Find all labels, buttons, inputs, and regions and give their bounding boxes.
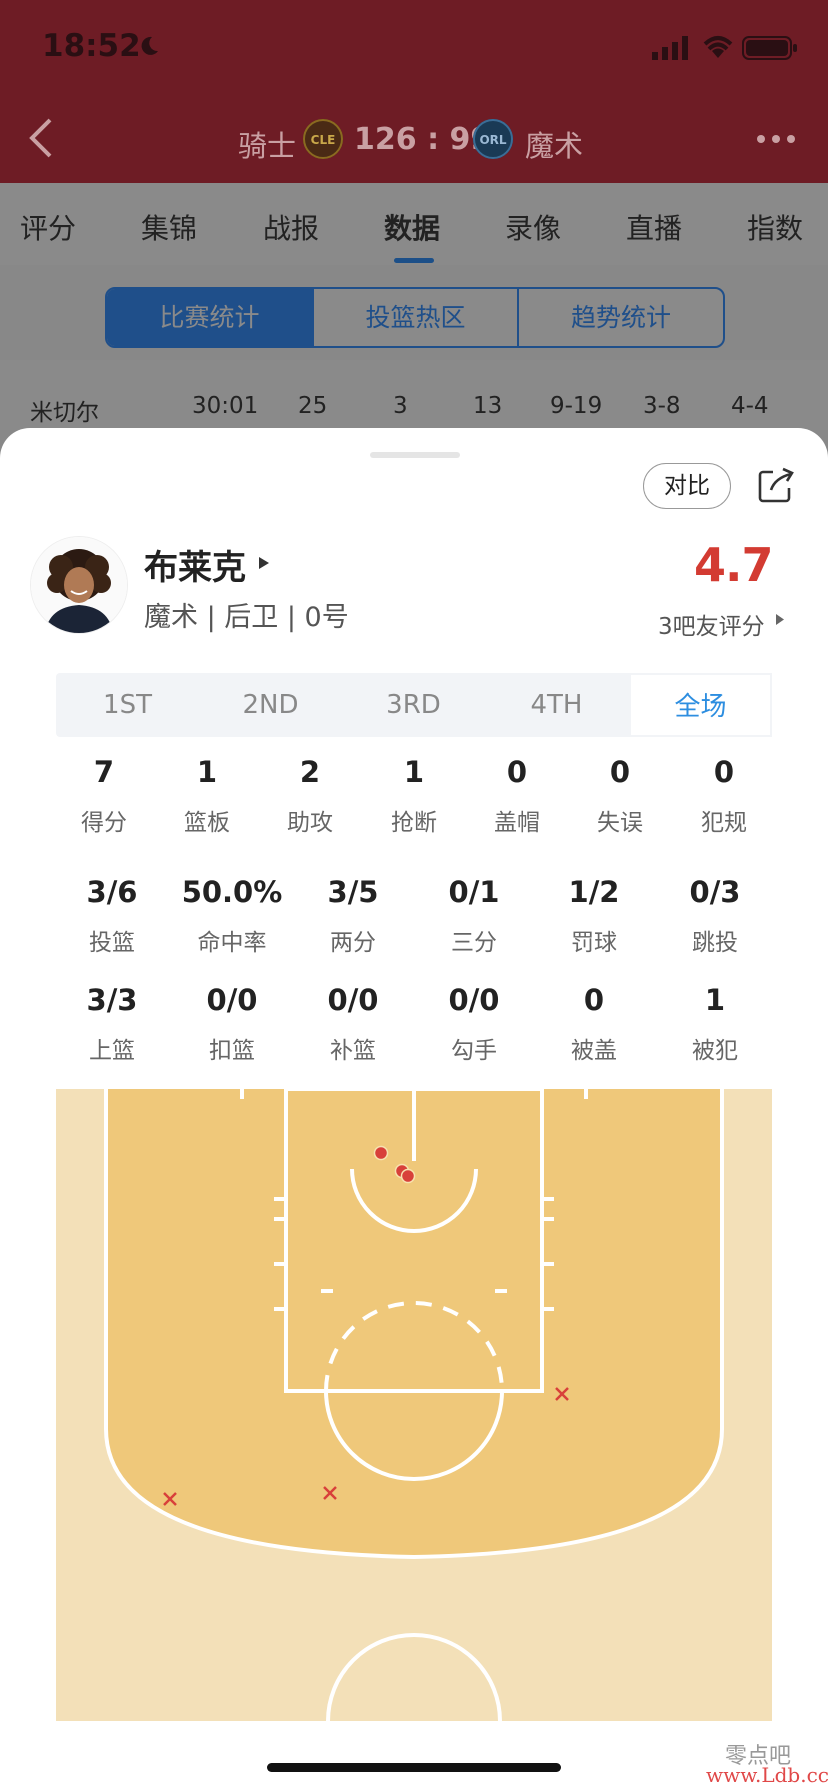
stat-label: 勾手 — [451, 1038, 497, 1064]
stat-value: 1 — [704, 983, 726, 1017]
moon-icon — [141, 36, 158, 55]
stat-value: 1 — [196, 755, 218, 789]
sheet-drag-handle[interactable] — [370, 452, 460, 458]
wifi-icon — [703, 36, 733, 58]
away-team-name: 魔术 — [525, 129, 584, 163]
status-time: 18:52 — [42, 28, 141, 64]
bg-rebounds: 3 — [393, 393, 408, 419]
tab-highlights[interactable]: 集锦 — [141, 207, 197, 247]
player-avatar[interactable] — [30, 536, 128, 634]
period-selector: 1ST 2ND 3RD 4TH 全场 — [56, 673, 772, 737]
stat-label: 被盖 — [571, 1038, 617, 1064]
stat-value: 3/5 — [327, 875, 379, 909]
segment-trend-stats[interactable]: 趋势统计 — [519, 289, 723, 346]
stat-label: 盖帽 — [494, 810, 540, 836]
period-3rd[interactable]: 3RD — [342, 673, 485, 737]
stat-label: 补篮 — [330, 1038, 376, 1064]
stat-value: 0/3 — [689, 875, 741, 909]
tab-replay[interactable]: 录像 — [505, 207, 561, 247]
stats-segment-control: 比赛统计 投篮热区 趋势统计 — [105, 287, 725, 348]
stat-value: 2 — [299, 755, 321, 789]
active-tab-indicator — [394, 258, 434, 263]
stat-label: 罚球 — [571, 930, 617, 956]
stat-value: 0/0 — [206, 983, 258, 1017]
stat-value: 0 — [609, 755, 631, 789]
made-shot-marker — [400, 1168, 416, 1184]
stat-value: 0 — [506, 755, 528, 789]
tab-live[interactable]: 直播 — [626, 207, 682, 247]
stat-value: 0/1 — [448, 875, 500, 909]
home-team-name: 骑士 — [238, 129, 297, 163]
stat-value: 0 — [713, 755, 735, 789]
tab-index[interactable]: 指数 — [747, 207, 803, 247]
bg-3pt: 3-8 — [643, 393, 681, 419]
stat-label: 抢断 — [391, 810, 437, 836]
stat-value: 1 — [403, 755, 425, 789]
stat-label: 投篮 — [89, 930, 135, 956]
match-score: 126 : 99 — [354, 122, 492, 157]
stat-label: 两分 — [330, 930, 376, 956]
stat-label: 得分 — [81, 810, 127, 836]
more-icon[interactable] — [756, 134, 796, 144]
bg-points: 25 — [298, 393, 328, 419]
stat-value: 3/6 — [86, 875, 138, 909]
bg-ft: 4-4 — [731, 393, 769, 419]
player-team-position: 魔术 | 后卫 | 0号 — [144, 602, 349, 633]
stat-value: 7 — [93, 755, 115, 789]
stat-value: 3/3 — [86, 983, 138, 1017]
period-4th[interactable]: 4TH — [485, 673, 628, 737]
made-shot-marker — [373, 1145, 389, 1161]
battery-icon — [742, 36, 797, 60]
away-logo-text: ORL — [479, 133, 506, 147]
tab-rating[interactable]: 评分 — [20, 207, 76, 247]
caret-right-icon — [776, 614, 784, 625]
background-table-row: 米切尔 30:01 25 3 13 9-19 3-8 4-4 — [0, 360, 828, 430]
shot-chart-court — [56, 1089, 772, 1721]
stat-label: 上篮 — [89, 1038, 135, 1064]
away-team-logo: ORL — [473, 119, 513, 159]
stat-label: 犯规 — [701, 810, 747, 836]
home-logo-text: CLE — [311, 133, 336, 147]
signal-icon — [652, 36, 688, 60]
stat-label: 跳投 — [692, 930, 738, 956]
stat-label: 扣篮 — [209, 1038, 255, 1064]
stat-label: 篮板 — [184, 810, 230, 836]
tab-report[interactable]: 战报 — [263, 207, 319, 247]
stat-value: 1/2 — [568, 875, 620, 909]
bg-player-name: 米切尔 — [30, 400, 99, 426]
watermark-url: www.Ldb.cc — [706, 1763, 828, 1787]
tab-data[interactable]: 数据 — [384, 207, 440, 247]
segment-shot-zones[interactable]: 投篮热区 — [314, 289, 517, 346]
stat-label: 被犯 — [692, 1038, 738, 1064]
period-2nd[interactable]: 2ND — [199, 673, 342, 737]
share-icon[interactable] — [757, 466, 795, 504]
stat-value: 0/0 — [448, 983, 500, 1017]
bg-fg: 9-19 — [550, 393, 603, 419]
stat-label: 助攻 — [287, 810, 333, 836]
home-team-logo: CLE — [303, 119, 343, 159]
segment-game-stats[interactable]: 比赛统计 — [107, 289, 312, 346]
caret-right-icon — [259, 557, 269, 569]
stat-value: 0 — [583, 983, 605, 1017]
bg-minutes: 30:01 — [192, 393, 259, 419]
stat-value: 50.0% — [181, 875, 283, 909]
period-full-game[interactable]: 全场 — [629, 673, 772, 737]
stat-value: 0/0 — [327, 983, 379, 1017]
stat-label: 失误 — [597, 810, 643, 836]
home-indicator — [267, 1763, 561, 1772]
rating-count-link[interactable]: 3吧友评分 — [658, 607, 765, 641]
bg-assists: 13 — [473, 393, 503, 419]
player-rating: 4.7 — [694, 538, 773, 592]
stat-label: 命中率 — [197, 930, 267, 956]
period-1st[interactable]: 1ST — [56, 673, 199, 737]
back-icon[interactable] — [26, 116, 56, 160]
status-bar: 18:52 — [0, 0, 828, 100]
player-name[interactable]: 布莱克 — [144, 540, 246, 589]
compare-button[interactable]: 对比 — [643, 463, 731, 509]
stat-label: 三分 — [451, 930, 497, 956]
main-tab-bar: 评分 集锦 战报 数据 录像 直播 指数 — [0, 183, 828, 265]
